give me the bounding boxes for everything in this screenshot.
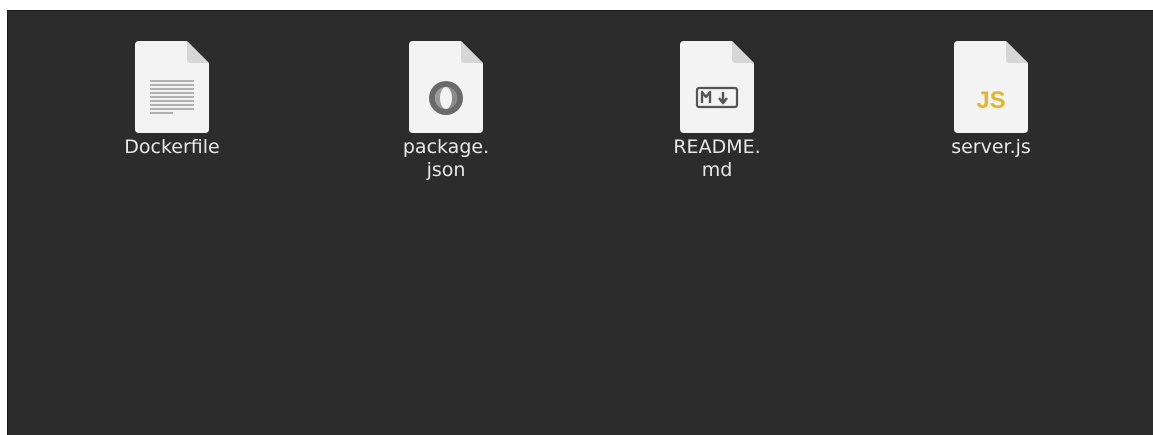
file-name-line: Dockerfile bbox=[124, 136, 220, 158]
javascript-file-icon: JS bbox=[954, 41, 1028, 133]
markdown-file-icon bbox=[680, 41, 754, 133]
file-name-line: md bbox=[701, 159, 733, 181]
file-item-server-js[interactable]: JS server.js bbox=[916, 41, 1066, 159]
file-name-line: README. bbox=[673, 136, 761, 158]
file-name-line: json bbox=[426, 159, 466, 181]
file-item-dockerfile[interactable]: Dockerfile bbox=[97, 41, 247, 159]
file-name-label: Dockerfile bbox=[107, 136, 237, 159]
text-file-icon bbox=[135, 41, 209, 133]
svg-text:JS: JS bbox=[976, 87, 1005, 114]
file-name-line: package. bbox=[402, 136, 490, 158]
file-view[interactable]: Dockerfile package. json README. md JS s… bbox=[7, 10, 1153, 435]
file-item-readme-md[interactable]: README. md bbox=[642, 41, 792, 182]
file-name-label: package. json bbox=[381, 136, 511, 182]
json-file-icon bbox=[409, 41, 483, 133]
file-name-label: README. md bbox=[652, 136, 782, 182]
file-name-label: server.js bbox=[926, 136, 1056, 159]
file-item-package-json[interactable]: package. json bbox=[371, 41, 521, 182]
file-name-line: server.js bbox=[951, 136, 1031, 158]
